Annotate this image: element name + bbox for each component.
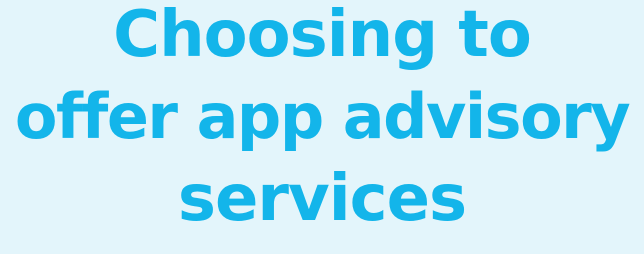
headline-line-3: services [177, 162, 467, 236]
headline-line-2: offer app advisory [14, 80, 631, 153]
headline-line-1: Choosing to [113, 0, 532, 72]
hero-headline: Choosing to offer app advisory services [0, 0, 644, 254]
